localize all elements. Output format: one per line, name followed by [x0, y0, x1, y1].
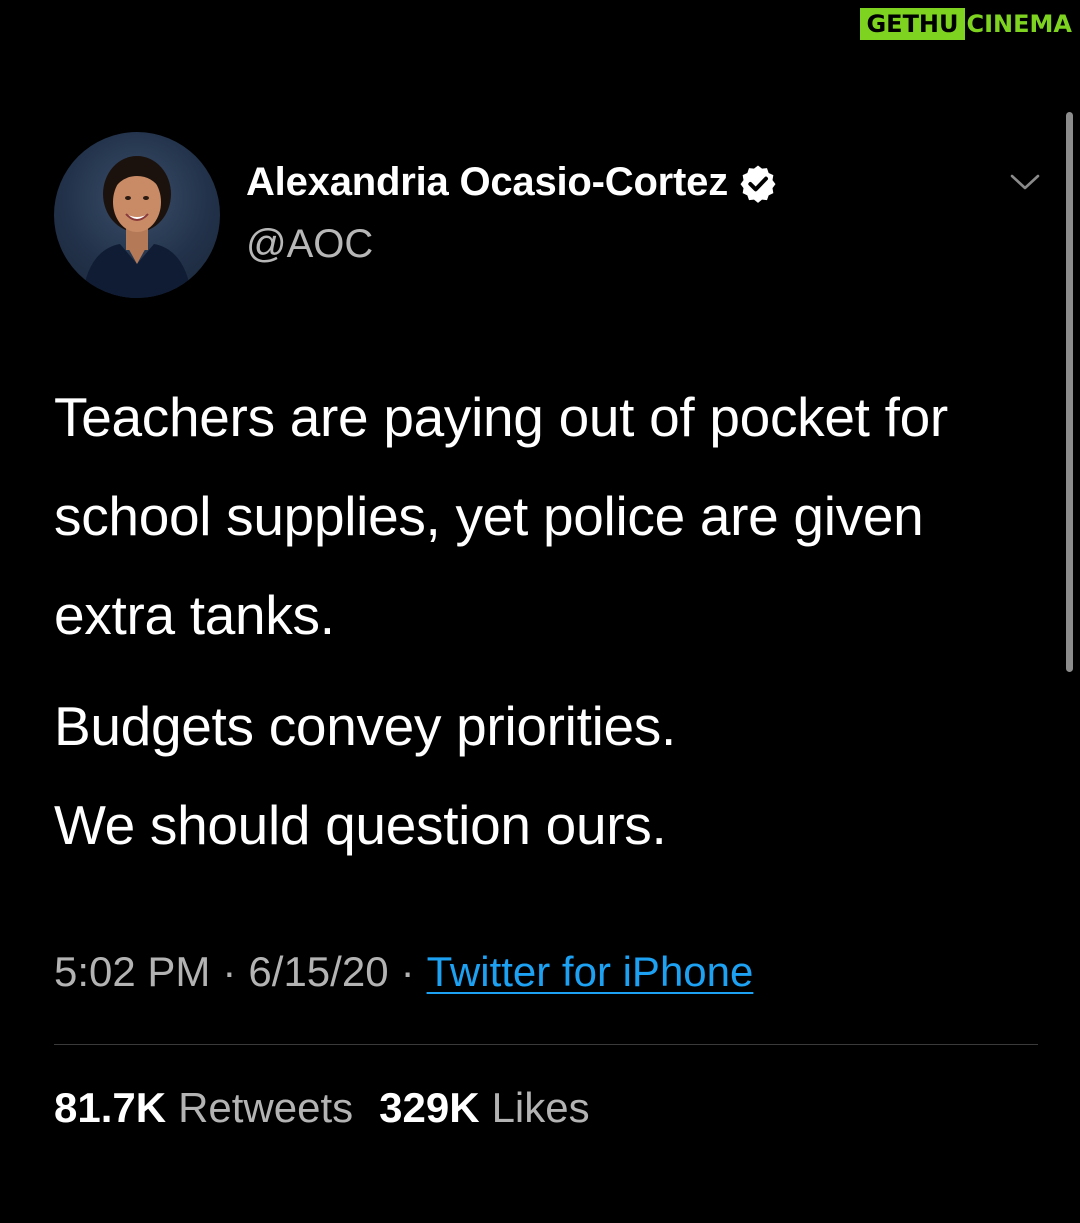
tweet-meta: 5:02 PM · 6/15/20 · Twitter for iPhone	[54, 948, 753, 996]
tweet-source-link[interactable]: Twitter for iPhone	[427, 948, 754, 996]
retweets-label: Retweets	[178, 1084, 354, 1131]
likes-count: 329K	[379, 1084, 480, 1131]
tweet-paragraph: Teachers are paying out of pocket for sc…	[54, 386, 948, 646]
meta-separator: ·	[400, 948, 415, 995]
author-handle[interactable]: @AOC	[246, 222, 373, 267]
author-display-name[interactable]: Alexandria Ocasio-Cortez	[246, 160, 728, 205]
tweet-text: Teachers are paying out of pocket for sc…	[54, 368, 1044, 875]
chevron-down-icon[interactable]	[1008, 168, 1042, 196]
scrollbar-thumb[interactable]	[1066, 112, 1073, 672]
likes-label: Likes	[491, 1084, 590, 1131]
meta-separator: ·	[222, 948, 237, 995]
verified-badge-icon	[738, 163, 778, 203]
watermark-boxed-text: GETHU	[860, 8, 965, 40]
avatar[interactable]	[54, 132, 220, 298]
likes-stat[interactable]: 329K Likes	[379, 1084, 589, 1132]
watermark-plain-text: CINEMA	[966, 10, 1072, 38]
tweet-date[interactable]: 6/15/20	[248, 948, 388, 996]
watermark-logo: GETHU CINEMA	[860, 8, 1074, 40]
tweet-time[interactable]: 5:02 PM	[54, 948, 210, 996]
profile-photo-icon	[82, 156, 192, 298]
retweets-stat[interactable]: 81.7K Retweets	[54, 1084, 353, 1132]
tweet-paragraph: Budgets convey priorities. We should que…	[54, 695, 676, 856]
author-name-row[interactable]: Alexandria Ocasio-Cortez	[246, 160, 778, 205]
divider	[54, 1044, 1038, 1045]
tweet-stats: 81.7K Retweets 329K Likes	[54, 1084, 590, 1132]
retweets-count: 81.7K	[54, 1084, 167, 1131]
